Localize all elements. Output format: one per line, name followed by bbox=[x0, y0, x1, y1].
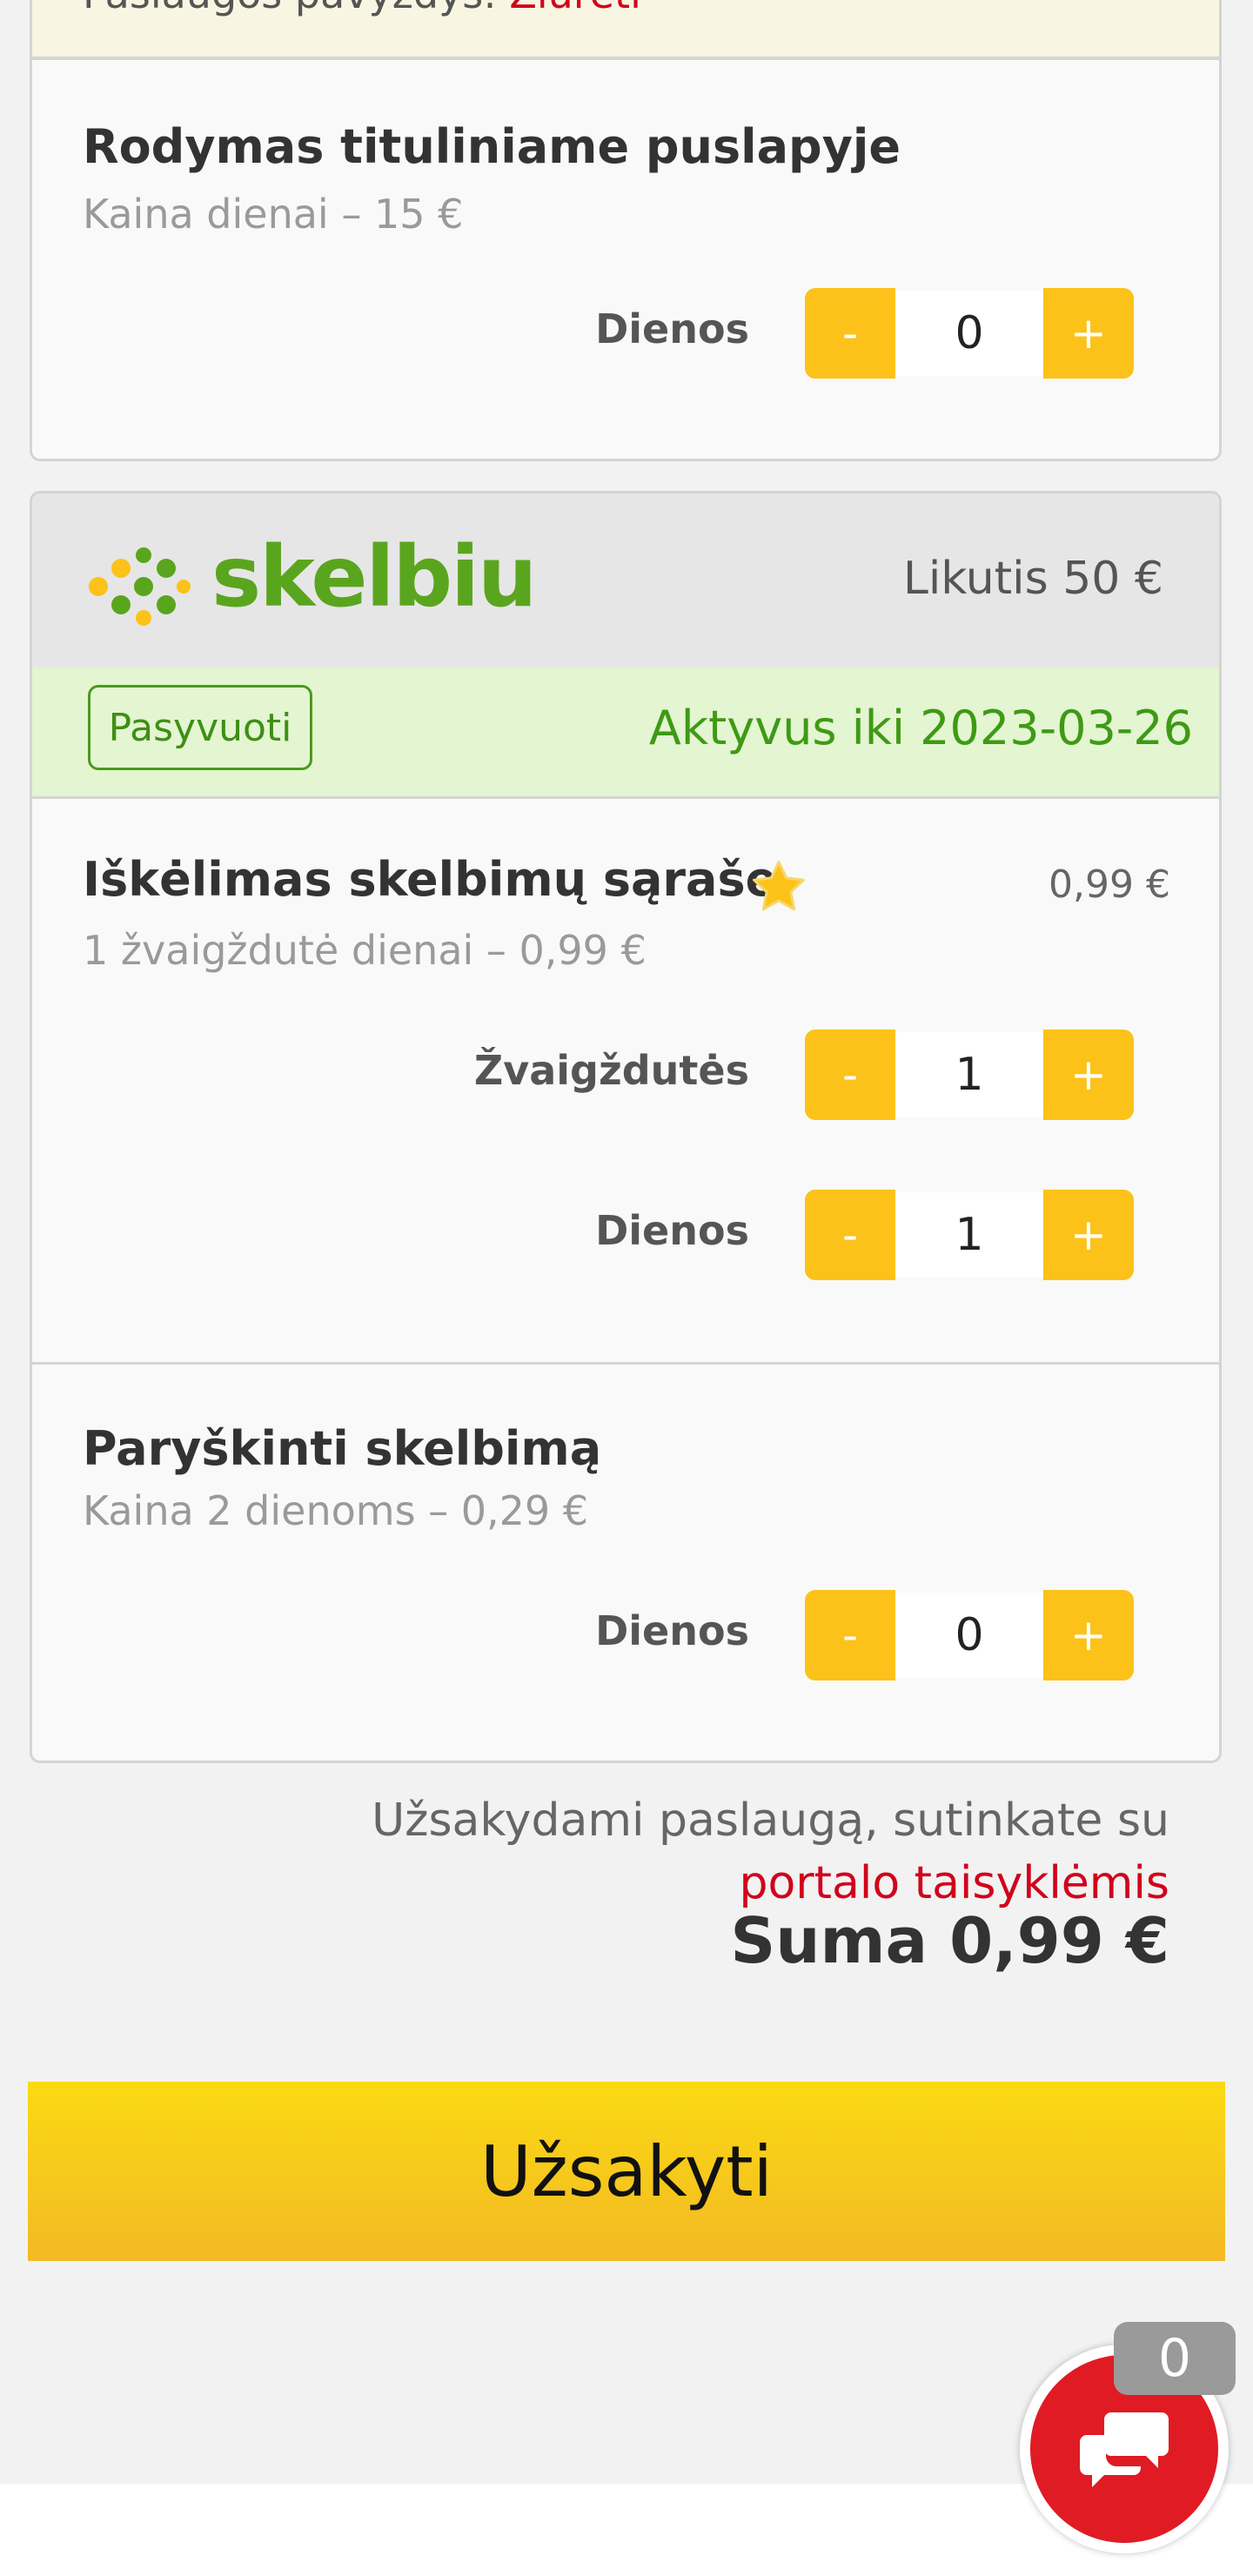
service-example-strip: Paslaugos pavyzdys: Žiūrėti bbox=[30, 0, 1222, 59]
order-button[interactable]: Užsakyti bbox=[28, 2082, 1225, 2261]
service-title: Paryškinti skelbimą bbox=[83, 1421, 602, 1476]
terms-notice: Užsakydami paslaugą, sutinkate su portal… bbox=[212, 1789, 1169, 1915]
days-input[interactable]: 0 bbox=[895, 291, 1043, 376]
service-price-note: Kaina 2 dienoms – 0,29 € bbox=[83, 1487, 589, 1534]
increment-button[interactable]: + bbox=[1043, 1030, 1134, 1120]
days-label: Dienos bbox=[595, 305, 749, 352]
portal-rules-link[interactable]: portalo taisyklėmis bbox=[739, 1857, 1169, 1909]
service-title: Iškėlimas skelbimų sąraše bbox=[83, 852, 778, 907]
stars-label: Žvaigždutės bbox=[473, 1047, 749, 1094]
days-input[interactable]: 1 bbox=[895, 1192, 1043, 1278]
days-label: Dienos bbox=[595, 1607, 749, 1654]
decrement-button[interactable]: - bbox=[805, 1590, 895, 1680]
decrement-button[interactable]: - bbox=[805, 1030, 895, 1120]
homepage-service-card: Rodymas tituliniame puslapyje Kaina dien… bbox=[30, 57, 1222, 461]
balance-text: Likutis 50 € bbox=[902, 553, 1163, 605]
days-label: Dienos bbox=[595, 1207, 749, 1254]
divider bbox=[32, 1362, 1219, 1365]
total-sum: Suma 0,99 € bbox=[730, 1904, 1169, 1977]
service-price-note: Kaina dienai – 15 € bbox=[83, 191, 464, 238]
days-stepper: - 0 + bbox=[805, 288, 1134, 379]
decrement-button[interactable]: - bbox=[805, 1190, 895, 1280]
star-icon bbox=[753, 861, 805, 911]
increment-button[interactable]: + bbox=[1043, 1590, 1134, 1680]
skelbiu-services-card: skelbiu Likutis 50 € Pasyvuoti Aktyvus i… bbox=[30, 491, 1222, 1763]
service-title: Rodymas tituliniame puslapyje bbox=[83, 119, 901, 174]
chat-count-badge: 0 bbox=[1114, 2322, 1236, 2395]
stars-input[interactable]: 1 bbox=[895, 1032, 1043, 1117]
increment-button[interactable]: + bbox=[1043, 288, 1134, 379]
example-label: Paslaugos pavyzdys: bbox=[83, 0, 497, 17]
terms-text: Užsakydami paslaugą, sutinkate su bbox=[372, 1794, 1169, 1847]
service-price: 0,99 € bbox=[1049, 862, 1170, 907]
brand-name: skelbiu bbox=[211, 528, 537, 626]
status-bar: Pasyvuoti Aktyvus iki 2023-03-26 bbox=[32, 667, 1219, 799]
active-until-text: Aktyvus iki 2023-03-26 bbox=[648, 701, 1193, 755]
days-stepper: - 1 + bbox=[805, 1190, 1134, 1280]
decrement-button[interactable]: - bbox=[805, 288, 895, 379]
increment-button[interactable]: + bbox=[1043, 1190, 1134, 1280]
chat-bubbles-icon bbox=[1080, 2412, 1169, 2487]
view-example-link[interactable]: Žiūrėti bbox=[509, 0, 640, 17]
days-stepper: - 0 + bbox=[805, 1590, 1134, 1680]
brand-header: skelbiu Likutis 50 € bbox=[32, 493, 1219, 667]
service-price-note: 1 žvaigždutė dienai – 0,99 € bbox=[83, 927, 647, 974]
skelbiu-logo-icon bbox=[89, 547, 191, 626]
deactivate-button[interactable]: Pasyvuoti bbox=[88, 685, 312, 770]
days-input[interactable]: 0 bbox=[895, 1593, 1043, 1678]
stars-stepper: - 1 + bbox=[805, 1030, 1134, 1120]
